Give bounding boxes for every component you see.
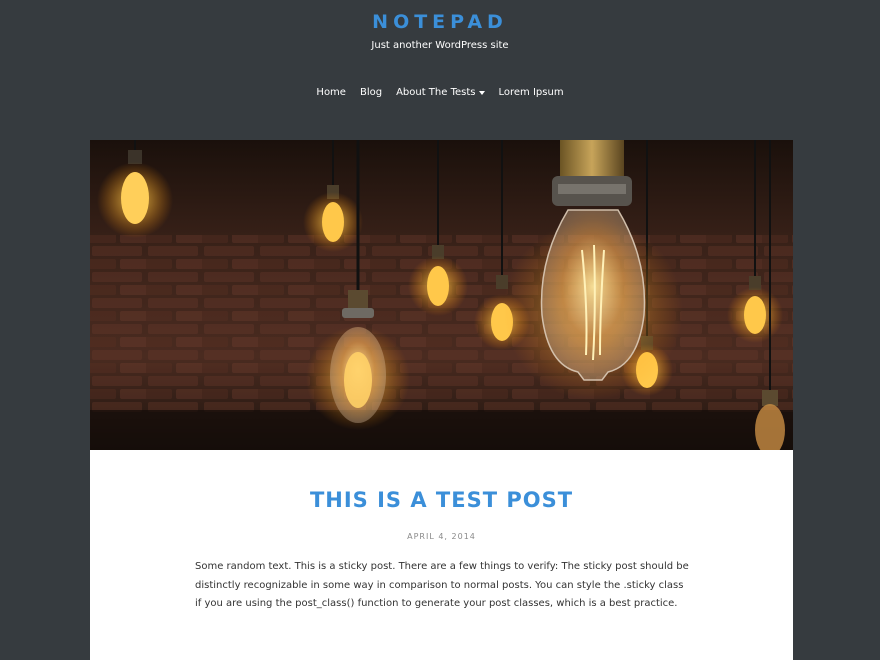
nav-item-about-the-tests[interactable]: About The Tests: [396, 86, 485, 100]
site-description: Just another WordPress site: [371, 40, 509, 51]
site-header: NOTEPAD Just another WordPress site Home…: [0, 0, 880, 140]
main-navigation: Home Blog About The Tests Lorem Ipsum: [0, 86, 880, 100]
nav-item-blog[interactable]: Blog: [360, 86, 382, 100]
post-card: THIS IS A TEST POST APRIL 4, 2014 Some r…: [90, 140, 793, 660]
nav-item-label: Lorem Ipsum: [498, 87, 564, 98]
nav-item-label: About The Tests: [396, 87, 476, 98]
nav-item-label: Blog: [359, 87, 383, 98]
nav-item-label: Home: [316, 87, 346, 98]
caret-down-icon: [478, 91, 485, 95]
nav-item-lorem-ipsum[interactable]: Lorem Ipsum: [499, 86, 564, 100]
featured-image[interactable]: [90, 140, 793, 450]
nav-item-home[interactable]: Home: [316, 86, 346, 100]
hanging-bulbs-image: [90, 140, 793, 450]
site-title[interactable]: NOTEPAD: [0, 10, 880, 34]
post-date[interactable]: APRIL 4, 2014: [90, 531, 793, 543]
post-title[interactable]: THIS IS A TEST POST: [90, 486, 793, 514]
post-excerpt: Some random text. This is a sticky post.…: [195, 561, 689, 609]
